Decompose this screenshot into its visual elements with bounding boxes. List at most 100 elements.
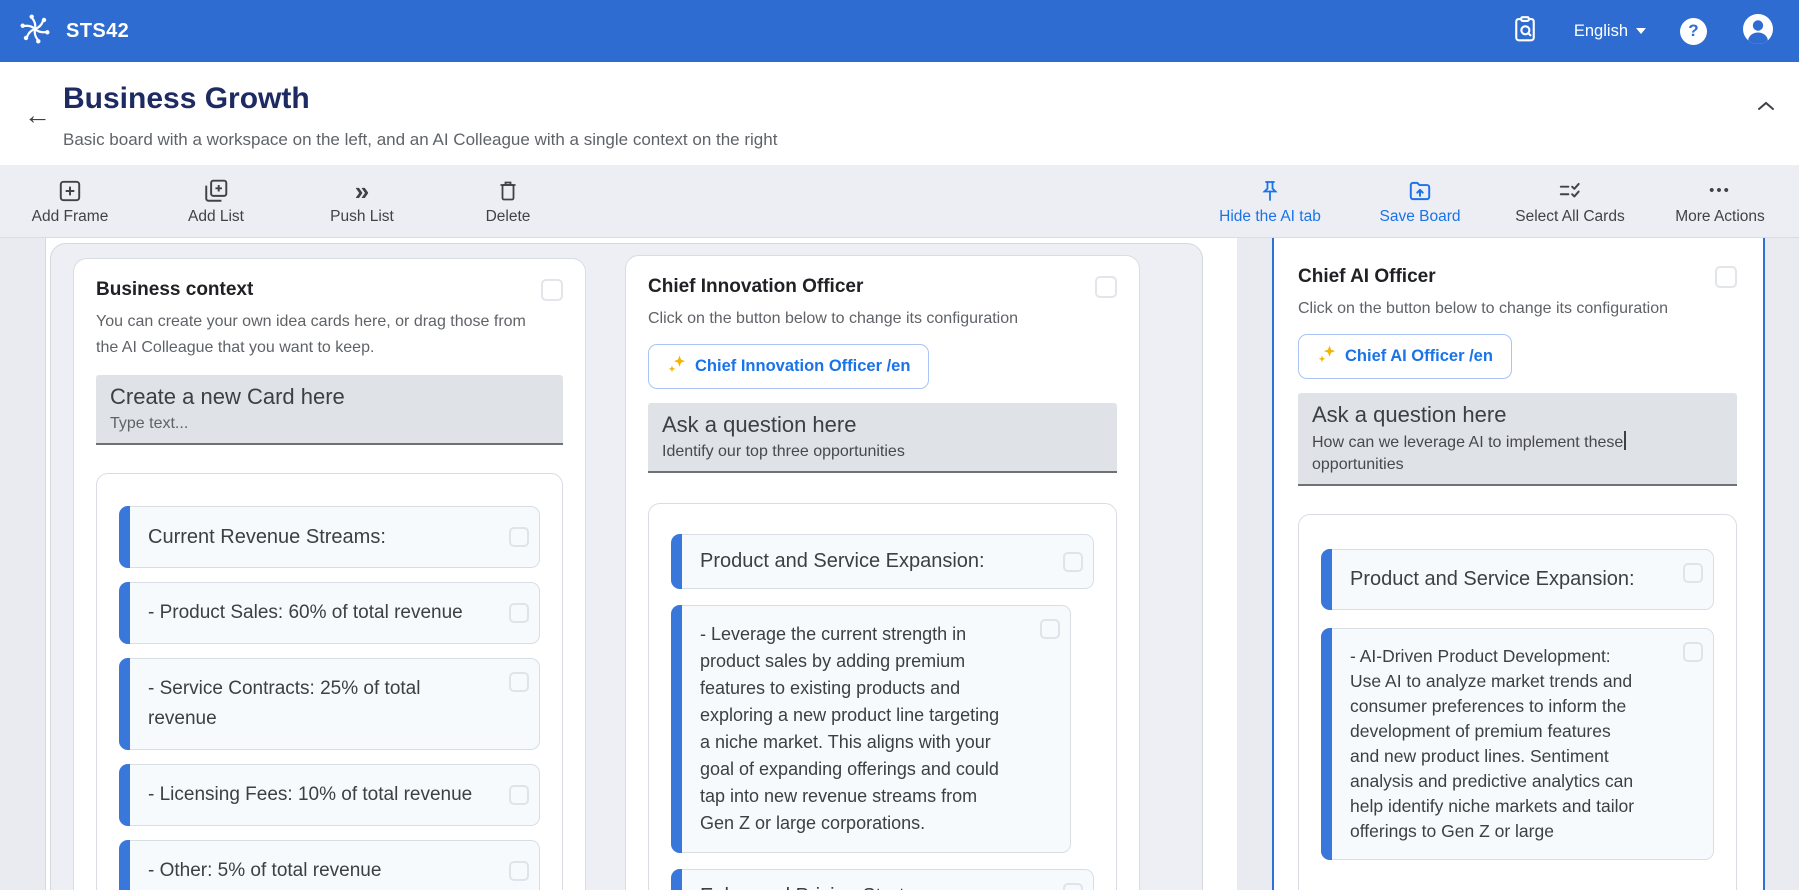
agent-config-button[interactable]: Chief AI Officer /en [1298, 334, 1512, 379]
card-text: - Product Sales: 60% of total revenue [148, 602, 463, 623]
save-board-label: Save Board [1380, 208, 1461, 226]
card[interactable]: Current Revenue Streams: [119, 506, 540, 568]
card[interactable]: Product and Service Expansion: [671, 534, 1094, 589]
card-text: Product and Service Expansion: [700, 550, 985, 572]
app-logo-icon [16, 10, 54, 53]
pin-icon [1258, 177, 1282, 205]
brand-name: STS42 [66, 20, 129, 43]
card[interactable]: - Service Contracts: 25% of total revenu… [119, 658, 540, 750]
brand[interactable]: STS42 [16, 10, 129, 53]
list-title: Business context [96, 279, 253, 301]
delete-icon [496, 177, 520, 205]
back-button[interactable]: ← [24, 102, 51, 129]
list-chief-innovation-officer: Chief Innovation Officer Click on the bu… [625, 255, 1140, 890]
help-icon[interactable]: ? [1680, 18, 1707, 45]
cards-container: Current Revenue Streams: - Product Sales… [96, 473, 563, 890]
collapse-header-button[interactable] [1757, 98, 1775, 116]
page-subtitle: Basic board with a workspace on the left… [63, 130, 777, 150]
card[interactable]: - Licensing Fees: 10% of total revenue [119, 764, 540, 826]
list-business-context: Business context You can create your own… [73, 258, 586, 890]
add-list-button[interactable]: Add List [160, 177, 272, 226]
card[interactable]: - Leverage the current strength in produ… [671, 605, 1071, 853]
checklist-icon [1557, 177, 1583, 205]
hide-ai-tab-button[interactable]: Hide the AI tab [1195, 177, 1345, 226]
add-frame-button[interactable]: Add Frame [14, 177, 126, 226]
toolbar: Add Frame Add List » Push List Delete [0, 165, 1799, 238]
agent-config-label: Chief Innovation Officer /en [695, 357, 910, 376]
save-board-button[interactable]: Save Board [1345, 177, 1495, 226]
select-all-cards-label: Select All Cards [1515, 208, 1624, 226]
card-checkbox[interactable] [509, 527, 529, 547]
chevron-down-icon [1636, 28, 1646, 34]
cards-container: Product and Service Expansion: - Leverag… [648, 503, 1117, 890]
add-frame-icon [57, 177, 83, 205]
question-value-after-cursor: opportunities [1312, 456, 1404, 473]
select-all-cards-button[interactable]: Select All Cards [1495, 177, 1645, 226]
card-text: - Service Contracts: 25% of total revenu… [148, 678, 420, 729]
card-checkbox[interactable] [1683, 563, 1703, 583]
board-left-gutter [0, 238, 46, 890]
add-frame-label: Add Frame [32, 208, 109, 226]
card-checkbox[interactable] [1040, 619, 1060, 639]
card[interactable]: Enhanced Pricing Strategy: [671, 869, 1094, 890]
card-checkbox[interactable] [509, 785, 529, 805]
agent-config-label: Chief AI Officer /en [1345, 347, 1493, 366]
question-box[interactable]: Ask a question here Identify our top thr… [648, 403, 1117, 473]
list-checkbox[interactable] [1715, 266, 1737, 288]
more-actions-icon: ••• [1709, 177, 1731, 205]
sparkle-icon [1317, 344, 1337, 369]
list-description: Click on the button below to change its … [1298, 296, 1737, 322]
hide-ai-tab-label: Hide the AI tab [1219, 208, 1321, 226]
question-title: Ask a question here [662, 412, 1103, 438]
question-title: Ask a question here [1312, 402, 1723, 428]
delete-label: Delete [486, 208, 531, 226]
delete-button[interactable]: Delete [452, 177, 564, 226]
card-checkbox[interactable] [509, 672, 529, 692]
sparkle-icon [667, 354, 687, 379]
card[interactable]: - Product Sales: 60% of total revenue [119, 582, 540, 644]
card-checkbox[interactable] [509, 861, 529, 881]
add-list-label: Add List [188, 208, 244, 226]
workspace-frame: Business context You can create your own… [50, 243, 1203, 890]
topbar: STS42 English ? [0, 0, 1799, 62]
composer-title: Create a new Card here [110, 384, 549, 410]
folder-upload-icon [1407, 177, 1433, 205]
card[interactable]: - Other: 5% of total revenue [119, 840, 540, 890]
question-value: How can we leverage AI to implement thes… [1312, 431, 1660, 476]
board-canvas: Business context You can create your own… [0, 238, 1799, 890]
text-cursor [1624, 431, 1626, 450]
card[interactable]: Product and Service Expansion: [1321, 549, 1714, 610]
avatar[interactable] [1741, 12, 1775, 51]
card-text: Current Revenue Streams: [148, 526, 386, 548]
more-actions-button[interactable]: ••• More Actions [1645, 177, 1795, 226]
card-text: - Other: 5% of total revenue [148, 860, 381, 881]
cards-container: Product and Service Expansion: - AI-Driv… [1298, 514, 1737, 890]
add-list-icon [203, 177, 229, 205]
card-checkbox[interactable] [1683, 642, 1703, 662]
language-selector[interactable]: English [1574, 22, 1646, 41]
board-search-icon[interactable] [1510, 14, 1540, 49]
push-list-label: Push List [330, 208, 394, 226]
page-title: Business Growth [63, 82, 310, 116]
board-header: ← Business Growth Basic board with a wor… [0, 62, 1799, 165]
list-title: Chief AI Officer [1298, 266, 1436, 288]
card-checkbox[interactable] [509, 603, 529, 623]
push-list-button[interactable]: » Push List [306, 177, 418, 226]
new-card-composer[interactable]: Create a new Card here Type text... [96, 375, 563, 445]
language-label: English [1574, 22, 1628, 41]
card-checkbox[interactable] [1063, 883, 1083, 890]
agent-config-button[interactable]: Chief Innovation Officer /en [648, 344, 929, 389]
ai-colleague-frame: Chief AI Officer Click on the button bel… [1237, 238, 1799, 890]
list-description: You can create your own idea cards here,… [96, 309, 528, 361]
list-checkbox[interactable] [541, 279, 563, 301]
card-text: Product and Service Expansion: [1350, 565, 1650, 594]
question-value-before-cursor: How can we leverage AI to implement thes… [1312, 434, 1623, 451]
card-checkbox[interactable] [1063, 552, 1083, 572]
card-text: - Leverage the current strength in produ… [700, 621, 1014, 837]
list-description: Click on the button below to change its … [648, 306, 1117, 332]
more-actions-label: More Actions [1675, 208, 1765, 226]
list-chief-ai-officer: Chief AI Officer Click on the button bel… [1272, 238, 1765, 890]
question-box[interactable]: Ask a question here How can we leverage … [1298, 393, 1737, 486]
card[interactable]: - AI-Driven Product Development: Use AI … [1321, 628, 1714, 860]
list-checkbox[interactable] [1095, 276, 1117, 298]
